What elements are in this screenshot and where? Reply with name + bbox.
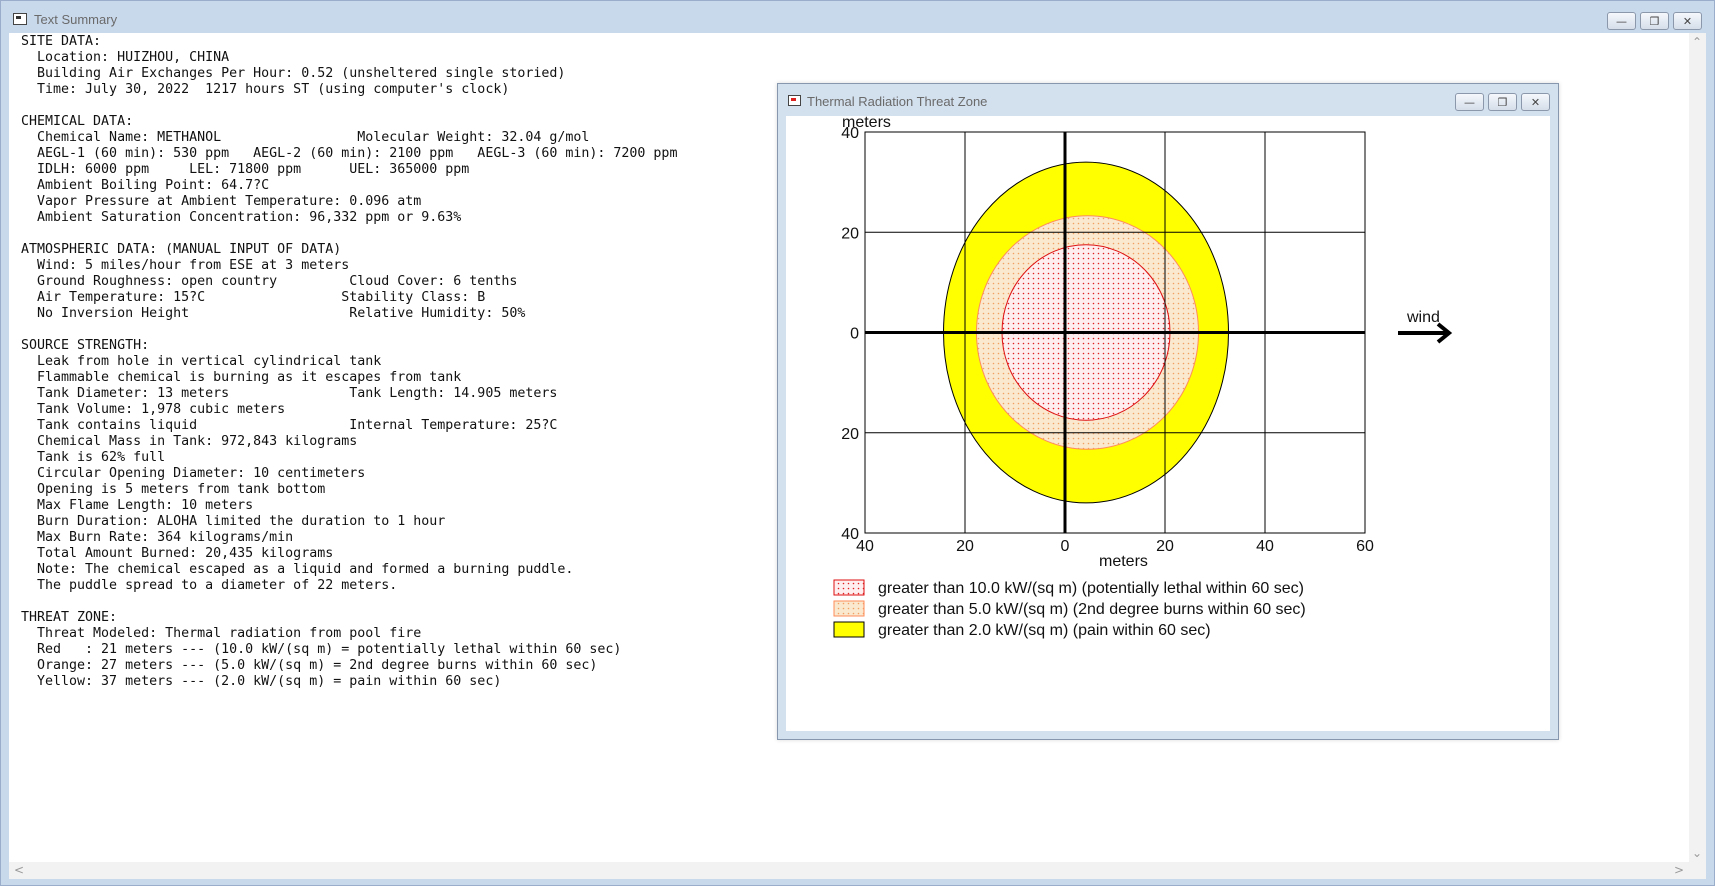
horizontal-scrollbar[interactable]: < > bbox=[9, 862, 1706, 879]
summary-line: Total Amount Burned: 20,435 kilograms bbox=[21, 546, 334, 561]
threat-maximize-button[interactable]: ❐ bbox=[1488, 93, 1517, 111]
window-title: Text Summary bbox=[34, 12, 118, 27]
y-tick-label: 40 bbox=[841, 526, 859, 543]
summary-line: Tank contains liquid Internal Temperatur… bbox=[21, 418, 558, 433]
restore-icon: ❐ bbox=[1497, 95, 1508, 109]
scroll-right-icon[interactable]: > bbox=[1674, 864, 1684, 876]
minimize-icon: — bbox=[1464, 95, 1475, 109]
summary-line bbox=[21, 322, 677, 338]
summary-line: Tank Volume: 1,978 cubic meters bbox=[21, 402, 286, 417]
close-button[interactable]: ✕ bbox=[1673, 12, 1702, 30]
summary-line: CHEMICAL DATA: bbox=[21, 114, 134, 129]
summary-line: Opening is 5 meters from tank bottom bbox=[21, 482, 326, 497]
summary-line: Red : 21 meters --- (10.0 kW/(sq m) = po… bbox=[21, 642, 622, 657]
summary-line: ATMOSPHERIC DATA: (MANUAL INPUT OF DATA) bbox=[21, 242, 342, 257]
threat-zone-chart: 40 20 0 20 40 60402002040metersmeters greater… bbox=[833, 116, 1453, 639]
y-tick-label: 0 bbox=[850, 326, 859, 343]
summary-line: Orange: 27 meters --- (5.0 kW/(sq m) = 2… bbox=[21, 658, 598, 673]
summary-line: Building Air Exchanges Per Hour: 0.52 (u… bbox=[21, 66, 566, 81]
text-summary-titlebar[interactable]: Text Summary — ❐ ✕ bbox=[1, 1, 1714, 33]
summary-line bbox=[21, 226, 677, 242]
threat-window-title: Thermal Radiation Threat Zone bbox=[807, 94, 988, 109]
legend-swatch bbox=[833, 600, 865, 617]
legend-swatch bbox=[833, 579, 865, 596]
summary-line: Burn Duration: ALOHA limited the duratio… bbox=[21, 514, 446, 529]
y-axis-label: meters bbox=[842, 116, 891, 131]
x-tick-label: 0 bbox=[1061, 538, 1070, 555]
summary-line: Threat Modeled: Thermal radiation from p… bbox=[21, 626, 422, 641]
summary-line: Leak from hole in vertical cylindrical t… bbox=[21, 354, 382, 369]
close-icon: ✕ bbox=[1682, 14, 1693, 28]
vertical-scrollbar[interactable]: ⌃ ⌄ bbox=[1689, 33, 1706, 862]
close-icon: ✕ bbox=[1530, 95, 1541, 109]
summary-line: Time: July 30, 2022 1217 hours ST (using… bbox=[21, 82, 510, 97]
scroll-down-icon[interactable]: ⌄ bbox=[1692, 847, 1702, 859]
legend-label: greater than 10.0 kW/(sq m) (potentially… bbox=[878, 580, 1304, 597]
summary-line: Max Flame Length: 10 meters bbox=[21, 498, 254, 513]
summary-line: Max Burn Rate: 364 kilograms/min bbox=[21, 530, 294, 545]
threat-zone-window: Thermal Radiation Threat Zone — ❐ ✕ 40 20 bbox=[777, 83, 1559, 740]
legend-label: greater than 5.0 kW/(sq m) (2nd degree b… bbox=[878, 601, 1306, 618]
summary-line: Wind: 5 miles/hour from ESE at 3 meters bbox=[21, 258, 350, 273]
summary-line: SITE DATA: bbox=[21, 34, 102, 49]
scroll-left-icon[interactable]: < bbox=[14, 864, 24, 876]
summary-line: Circular Opening Diameter: 10 centimeter… bbox=[21, 466, 366, 481]
y-tick-label: 20 bbox=[841, 426, 859, 443]
summary-line: Ground Roughness: open country Cloud Cov… bbox=[21, 274, 518, 289]
summary-text: SITE DATA: Location: HUIZHOU, CHINA Buil… bbox=[21, 34, 677, 690]
app-window-icon bbox=[13, 13, 27, 25]
summary-line: Flammable chemical is burning as it esca… bbox=[21, 370, 462, 385]
threat-zone-plot-area: 40 20 0 20 40 60 40 20 0 20 40 meters meters greater… bbox=[786, 116, 1550, 731]
summary-line: Tank Diameter: 13 meters Tank Length: 14… bbox=[21, 386, 558, 401]
summary-line: AEGL-1 (60 min): 530 ppm AEGL-2 (60 min)… bbox=[21, 146, 678, 161]
x-tick-label: 20 bbox=[1156, 538, 1174, 555]
summary-line bbox=[21, 594, 677, 610]
minimize-button[interactable]: — bbox=[1607, 12, 1636, 30]
x-tick-label: 20 bbox=[956, 538, 974, 555]
minimize-icon: — bbox=[1616, 14, 1627, 28]
summary-line: Chemical Mass in Tank: 972,843 kilograms bbox=[21, 434, 358, 449]
summary-line: Note: The chemical escaped as a liquid a… bbox=[21, 562, 574, 577]
threat-window-icon bbox=[788, 95, 801, 106]
restore-icon: ❐ bbox=[1649, 14, 1660, 28]
summary-line: The puddle spread to a diameter of 22 me… bbox=[21, 578, 398, 593]
summary-line bbox=[21, 98, 677, 114]
summary-line: No Inversion Height Relative Humidity: 5… bbox=[21, 306, 526, 321]
x-axis-label: meters bbox=[1099, 553, 1148, 570]
threat-close-button[interactable]: ✕ bbox=[1521, 93, 1550, 111]
summary-line: IDLH: 6000 ppm LEL: 71800 ppm UEL: 36500… bbox=[21, 162, 470, 177]
threat-zone-titlebar[interactable]: Thermal Radiation Threat Zone — ❐ ✕ bbox=[778, 84, 1558, 116]
maximize-button[interactable]: ❐ bbox=[1640, 12, 1669, 30]
legend-swatch bbox=[833, 621, 865, 638]
summary-line: Tank is 62% full bbox=[21, 450, 166, 465]
summary-line: Yellow: 37 meters --- (2.0 kW/(sq m) = p… bbox=[21, 674, 502, 689]
scroll-up-icon[interactable]: ⌃ bbox=[1692, 36, 1702, 48]
y-tick-label: 20 bbox=[841, 225, 859, 242]
wind-label: wind bbox=[1406, 309, 1440, 326]
summary-line: Air Temperature: 15?C Stability Class: B bbox=[21, 290, 486, 305]
summary-line: Vapor Pressure at Ambient Temperature: 0… bbox=[21, 194, 422, 209]
summary-line: Location: HUIZHOU, CHINA bbox=[21, 50, 230, 65]
legend-label: greater than 2.0 kW/(sq m) (pain within … bbox=[878, 622, 1211, 639]
x-tick-label: 40 bbox=[1256, 538, 1274, 555]
summary-line: SOURCE STRENGTH: bbox=[21, 338, 150, 353]
summary-line: Ambient Saturation Concentration: 96,332… bbox=[21, 210, 462, 225]
x-tick-label: 60 bbox=[1356, 538, 1374, 555]
summary-line: THREAT ZONE: bbox=[21, 610, 118, 625]
summary-line: Chemical Name: METHANOL Molecular Weight… bbox=[21, 130, 590, 145]
summary-line: Ambient Boiling Point: 64.7?C bbox=[21, 178, 270, 193]
threat-minimize-button[interactable]: — bbox=[1455, 93, 1484, 111]
